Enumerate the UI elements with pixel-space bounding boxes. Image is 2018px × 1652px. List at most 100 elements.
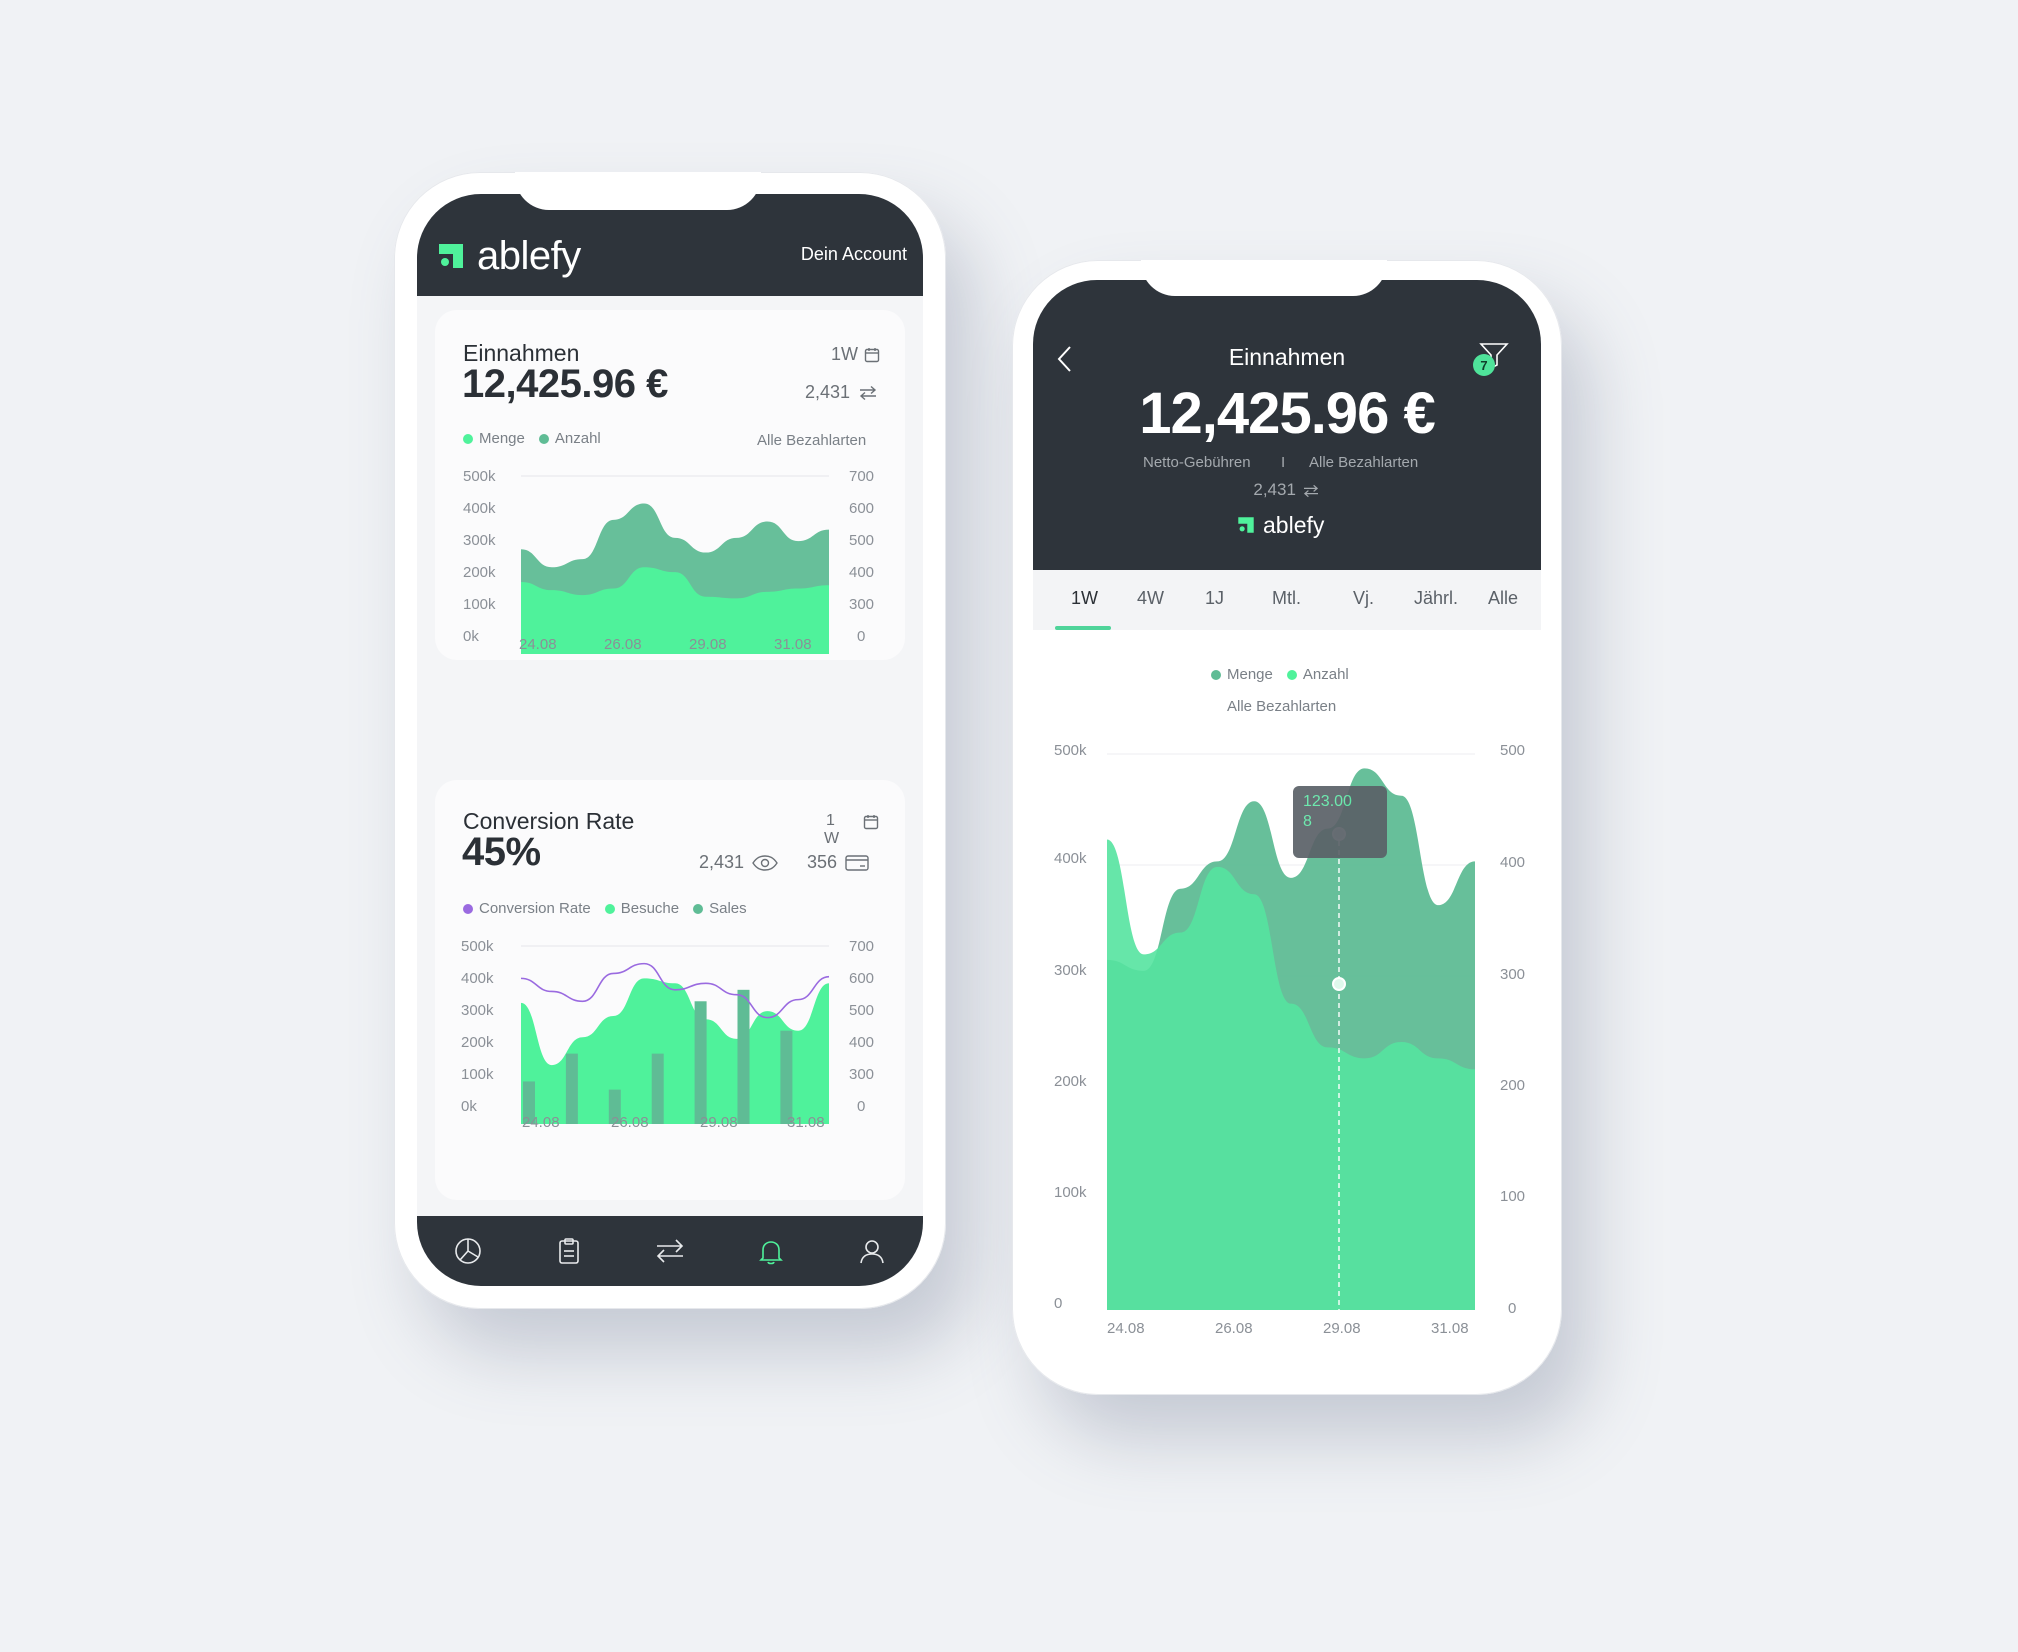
payments-count-value: 356: [807, 852, 838, 872]
revenue-detail-chart: [1107, 753, 1475, 1310]
account-link[interactable]: Dein Account: [801, 244, 907, 265]
y-tick-right: 600: [849, 970, 875, 987]
y-tick-right: 700: [849, 938, 875, 955]
eye-icon: [752, 854, 778, 871]
y-tick-right: 0: [857, 628, 866, 645]
y-tick-left: 100k: [1054, 1184, 1087, 1201]
tab-yearly[interactable]: Jährl.: [1414, 588, 1458, 609]
x-tick: 31.08: [774, 636, 812, 653]
nav-notifications[interactable]: [751, 1231, 791, 1271]
legend-menge[interactable]: Menge: [463, 430, 525, 447]
y-tick-right: 0: [1508, 1300, 1517, 1317]
tab-quarterly[interactable]: Vj.: [1353, 588, 1374, 609]
phone-revenue-detail: Einnahmen 7 12,425.96 € Netto-Gebühren I…: [1012, 260, 1562, 1395]
conversion-card-value: 45%: [462, 830, 541, 874]
tab-1w[interactable]: 1W: [1071, 588, 1098, 609]
payment-filter-label[interactable]: Alle Bezahlarten: [1309, 454, 1418, 471]
sales-bar: [565, 1053, 578, 1124]
payments-count: 356: [807, 852, 869, 873]
payment-filter[interactable]: Alle Bezahlarten: [1227, 698, 1336, 715]
transfer-icon: [1303, 484, 1318, 497]
y-tick-left: 0k: [463, 628, 479, 645]
y-tick-left: 0k: [461, 1098, 477, 1115]
phone-notch: [515, 172, 761, 210]
y-tick-right: 500: [1500, 742, 1526, 759]
x-tick: 24.08: [522, 1114, 560, 1131]
legend-conversion-rate[interactable]: Conversion Rate: [463, 900, 591, 917]
legend-anzahl[interactable]: Anzahl: [538, 430, 601, 447]
dashboard-screen: ablefy Dein Account Einnahmen 12,425.96 …: [417, 194, 923, 1286]
transaction-count: 2,431: [1033, 480, 1541, 500]
sales-bar: [780, 1030, 793, 1124]
sales-bar: [694, 1001, 707, 1124]
transaction-count-value: 2,431: [805, 382, 851, 402]
hover-point-anzahl: [1332, 977, 1346, 991]
legend-anzahl[interactable]: Anzahl: [1286, 666, 1349, 683]
tab-4w[interactable]: 4W: [1137, 588, 1164, 609]
y-tick-left: 100k: [463, 596, 496, 613]
tab-all[interactable]: Alle: [1488, 588, 1518, 609]
nav-dashboard[interactable]: [448, 1231, 488, 1271]
y-tick-left: 400k: [463, 500, 496, 517]
transfer-icon: [859, 385, 877, 400]
legend-besuche[interactable]: Besuche: [604, 900, 679, 917]
tooltip-value: 123.00: [1303, 793, 1352, 810]
x-tick: 31.08: [1431, 1320, 1469, 1337]
y-tick-left: 100k: [461, 1066, 494, 1083]
transfer-icon: [656, 1239, 684, 1263]
period-selector[interactable]: 1W: [831, 344, 880, 365]
y-tick-left: 300k: [1054, 962, 1087, 979]
clipboard-icon: [558, 1238, 579, 1264]
y-tick-left: 400k: [1054, 850, 1087, 867]
tab-monthly[interactable]: Mtl.: [1272, 588, 1301, 609]
views-count: 2,431: [699, 852, 778, 873]
period-label-top[interactable]: 1: [826, 812, 835, 830]
ablefy-logo-icon: [1238, 517, 1254, 533]
nav-orders[interactable]: [549, 1231, 589, 1271]
y-tick-right: 400: [849, 1034, 875, 1051]
y-tick-left: 500k: [463, 468, 496, 485]
filter-count-badge: 7: [1473, 354, 1495, 376]
y-tick-left: 0: [1054, 1295, 1063, 1312]
phone-notch: [1141, 260, 1387, 296]
period-label-bottom[interactable]: W: [824, 830, 839, 848]
brand-name: ablefy: [1263, 512, 1325, 538]
revenue-detail-screen: Einnahmen 7 12,425.96 € Netto-Gebühren I…: [1033, 280, 1541, 1375]
y-tick-right: 200: [1500, 1077, 1526, 1094]
ablefy-logo-icon: [439, 244, 463, 268]
x-tick: 26.08: [611, 1114, 649, 1131]
legend-sales[interactable]: Sales: [693, 900, 747, 917]
y-tick-right: 400: [849, 564, 875, 581]
nav-profile[interactable]: [852, 1231, 892, 1271]
net-fees-label: Netto-Gebühren: [1143, 454, 1251, 471]
revenue-card[interactable]: Einnahmen 12,425.96 € 1W 2,431 Menge Anz…: [435, 310, 905, 660]
conversion-card[interactable]: Conversion Rate 45% 1 W 2,431 356 Conver…: [435, 780, 905, 1200]
x-tick: 26.08: [604, 636, 642, 653]
x-tick: 24.08: [1107, 1320, 1145, 1337]
pie-chart-icon: [454, 1238, 481, 1264]
y-tick-right: 300: [1500, 966, 1526, 983]
calendar-icon[interactable]: [863, 814, 879, 830]
y-tick-left: 300k: [461, 1002, 494, 1019]
revenue-chart: [521, 475, 829, 654]
y-tick-left: 200k: [461, 1034, 494, 1051]
y-tick-left: 500k: [1054, 742, 1087, 759]
transaction-count: 2,431: [805, 382, 878, 403]
brand-name: ablefy: [477, 234, 581, 278]
transaction-count-value: 2,431: [1253, 480, 1296, 499]
bottom-navigation: [417, 1216, 923, 1286]
active-tab-indicator: [1055, 626, 1111, 630]
tab-1j[interactable]: 1J: [1205, 588, 1224, 609]
x-tick: 29.08: [689, 636, 727, 653]
payment-filter[interactable]: Alle Bezahlarten: [757, 432, 866, 449]
revenue-legend: Menge Anzahl: [463, 430, 601, 447]
sales-bar: [737, 989, 750, 1124]
nav-transactions[interactable]: [650, 1231, 690, 1271]
y-tick-left: 200k: [1054, 1073, 1087, 1090]
bell-icon: [759, 1241, 784, 1265]
x-tick: 26.08: [1215, 1320, 1253, 1337]
credit-card-icon: [845, 854, 869, 871]
x-tick: 29.08: [1323, 1320, 1361, 1337]
legend-menge[interactable]: Menge: [1211, 666, 1273, 683]
detail-header: Einnahmen 7 12,425.96 € Netto-Gebühren I…: [1033, 280, 1541, 570]
